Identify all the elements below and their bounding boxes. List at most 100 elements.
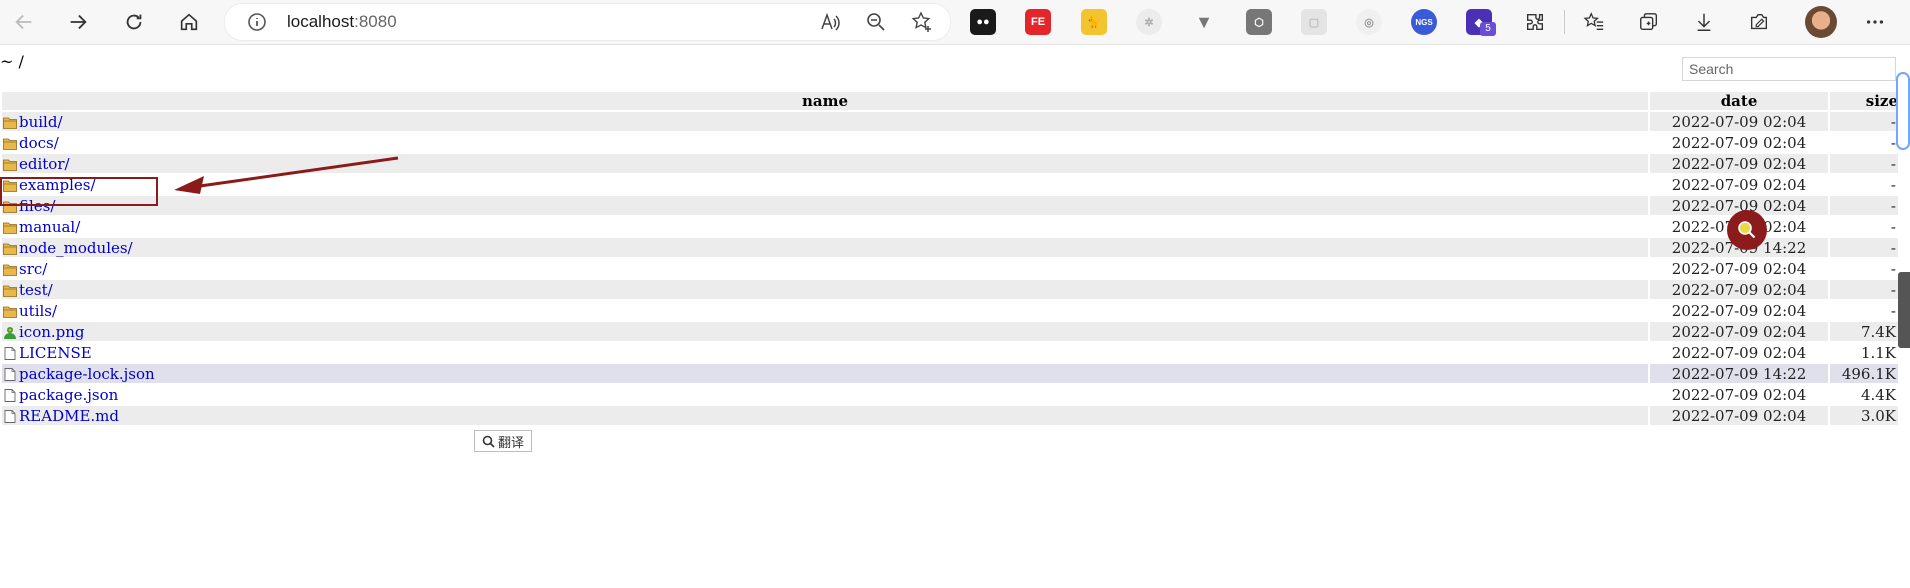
file-link[interactable]: docs/ xyxy=(19,134,59,152)
file-link[interactable]: manual/ xyxy=(19,218,80,236)
file-name-cell: node_modules/ xyxy=(2,238,1649,257)
file-name-cell: manual/ xyxy=(2,217,1648,236)
file-link[interactable]: build/ xyxy=(19,113,63,131)
extension-badge: 5 xyxy=(1480,22,1496,36)
search-icon xyxy=(482,435,495,448)
file-link[interactable]: test/ xyxy=(19,281,53,299)
file-icon xyxy=(4,409,16,423)
file-row[interactable]: README.md 2022-07-09 02:04 3.0K xyxy=(2,406,1898,425)
downloads-icon[interactable] xyxy=(1688,6,1720,38)
extension-circle-icon[interactable]: ◎ xyxy=(1356,9,1382,35)
profile-avatar[interactable] xyxy=(1805,6,1837,38)
web-capture-icon[interactable] xyxy=(1743,6,1775,38)
address-url[interactable]: localhost:8080 xyxy=(287,12,397,32)
file-name-cell: test/ xyxy=(2,280,1649,299)
file-date: 2022-07-09 02:04 xyxy=(1650,322,1828,341)
file-row[interactable]: src/2022-07-09 02:04 - xyxy=(2,259,1898,278)
file-icon xyxy=(4,346,16,360)
add-favorite-icon[interactable] xyxy=(911,11,933,33)
file-date: 2022-07-09 02:04 xyxy=(1671,385,1807,404)
extension-cat-icon[interactable]: 🐈 xyxy=(1081,9,1107,35)
back-icon[interactable] xyxy=(8,6,40,38)
column-header-name[interactable]: name xyxy=(2,92,1649,110)
folder-icon xyxy=(3,138,17,150)
extension-shield-icon[interactable]: ⬡ xyxy=(1246,9,1272,35)
file-link[interactable]: editor/ xyxy=(19,155,70,173)
translate-button[interactable]: 翻译 xyxy=(474,430,532,452)
search-input[interactable] xyxy=(1682,57,1896,81)
browser-toolbar: localhost:8080 ●● FE 🐈 ✲ ▼ ⬡ ▢ ◎ NGS ◆ 5 xyxy=(0,0,1910,45)
file-date: 2022-07-09 02:04 xyxy=(1671,343,1807,362)
file-link[interactable]: README.md xyxy=(19,407,119,425)
file-link[interactable]: icon.png xyxy=(19,323,85,341)
extension-fe-icon[interactable]: FE xyxy=(1025,9,1051,35)
folder-icon xyxy=(3,222,17,234)
forward-icon[interactable] xyxy=(62,6,94,38)
file-link[interactable]: utils/ xyxy=(19,302,57,320)
file-size: - xyxy=(1830,238,1898,257)
file-row[interactable]: node_modules/2022-07-09 14:22- xyxy=(2,238,1898,257)
file-date: 2022-07-09 02:04 xyxy=(1650,154,1828,173)
file-size: - xyxy=(1890,301,1896,320)
file-date: 2022-07-09 02:04 xyxy=(1671,301,1807,320)
read-aloud-icon[interactable] xyxy=(819,11,841,33)
folder-icon xyxy=(3,159,17,171)
extension-gray-icon[interactable]: ▢ xyxy=(1301,9,1327,35)
file-row[interactable]: utils/2022-07-09 02:04 - xyxy=(2,301,1898,320)
file-date: 2022-07-09 02:04 xyxy=(1671,259,1807,278)
file-name-cell: docs/ xyxy=(2,133,1648,152)
collections-icon[interactable] xyxy=(1633,6,1665,38)
file-date: 2022-07-09 02:04 xyxy=(1671,133,1807,152)
file-size: - xyxy=(1890,133,1896,152)
file-name-cell: build/ xyxy=(2,112,1649,131)
extension-tampermonkey-icon[interactable]: ●● xyxy=(970,9,996,35)
file-row[interactable]: test/2022-07-09 02:04- xyxy=(2,280,1898,299)
extension-vue-icon[interactable]: ▼ xyxy=(1191,9,1217,35)
scroll-indicator[interactable] xyxy=(1896,72,1910,150)
floating-search-widget[interactable] xyxy=(1727,210,1767,250)
file-size: 496.1K xyxy=(1830,364,1898,383)
file-row[interactable]: files/2022-07-09 02:04- xyxy=(2,196,1898,215)
file-row[interactable]: manual/2022-07-09 02:04- xyxy=(2,217,1898,236)
file-row[interactable]: package.json 2022-07-09 02:04 4.4K xyxy=(2,385,1898,404)
file-listing-table: name date size build/2022-07-09 02:04- do… xyxy=(0,90,1900,427)
file-name-cell: utils/ xyxy=(2,301,1648,320)
file-name-cell: LICENSE xyxy=(2,343,1648,362)
folder-icon xyxy=(3,243,17,255)
breadcrumb: ~ / xyxy=(0,52,24,71)
info-icon[interactable] xyxy=(247,12,267,32)
file-date: 2022-07-09 14:22 xyxy=(1650,364,1828,383)
file-date: 2022-07-09 02:04 xyxy=(1671,175,1807,194)
home-icon[interactable] xyxy=(173,6,205,38)
file-row[interactable]: build/2022-07-09 02:04- xyxy=(2,112,1898,131)
file-name-cell: icon.png xyxy=(2,322,1649,341)
file-row[interactable]: package-lock.json 2022-07-09 14:22 496.1K xyxy=(2,364,1898,383)
file-size: - xyxy=(1890,217,1896,236)
file-row[interactable]: icon.png 2022-07-09 02:04 7.4K xyxy=(2,322,1898,341)
file-size: 3.0K xyxy=(1830,406,1898,425)
extension-gear-icon[interactable]: ✲ xyxy=(1136,9,1162,35)
file-date: 2022-07-09 02:04 xyxy=(1650,406,1828,425)
file-link[interactable]: LICENSE xyxy=(19,344,92,362)
file-link[interactable]: package.json xyxy=(19,386,118,404)
file-icon xyxy=(4,367,16,381)
toolbar-separator xyxy=(1564,10,1565,34)
column-header-size[interactable]: size xyxy=(1830,92,1898,110)
file-size: - xyxy=(1830,154,1898,173)
file-row[interactable]: docs/2022-07-09 02:04 - xyxy=(2,133,1898,152)
highlight-box xyxy=(0,177,158,206)
file-link[interactable]: src/ xyxy=(19,260,47,278)
extension-blue-icon[interactable]: NGS xyxy=(1411,9,1437,35)
favorites-icon[interactable] xyxy=(1578,6,1610,38)
address-bar[interactable]: localhost:8080 xyxy=(224,3,951,41)
file-link[interactable]: package-lock.json xyxy=(19,365,155,383)
extensions-icon[interactable] xyxy=(1519,6,1551,38)
side-panel-handle[interactable] xyxy=(1898,272,1910,348)
zoom-out-icon[interactable] xyxy=(865,11,887,33)
file-link[interactable]: node_modules/ xyxy=(19,239,133,257)
column-header-date[interactable]: date xyxy=(1650,92,1828,110)
refresh-icon[interactable] xyxy=(118,6,150,38)
more-menu-icon[interactable] xyxy=(1859,6,1891,38)
file-row[interactable]: LICENSE 2022-07-09 02:04 1.1K xyxy=(2,343,1898,362)
file-icon xyxy=(4,388,16,402)
